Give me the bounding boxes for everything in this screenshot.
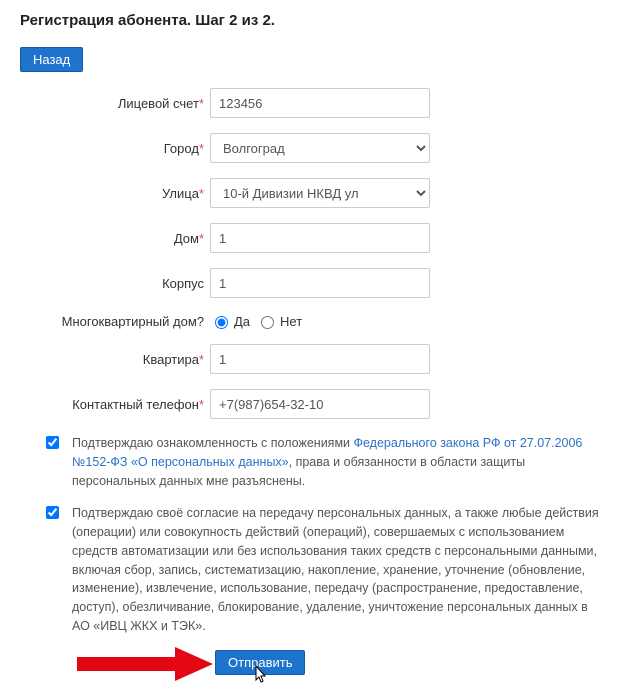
radio-yes[interactable] bbox=[215, 316, 228, 329]
house-input[interactable] bbox=[210, 223, 430, 253]
consent1-text: Подтверждаю ознакомленность с положениям… bbox=[72, 434, 604, 490]
building-input[interactable] bbox=[210, 268, 430, 298]
consent1-checkbox[interactable] bbox=[46, 436, 59, 449]
radio-no-text: Нет bbox=[280, 314, 302, 329]
page-title: Регистрация абонента. Шаг 2 из 2. bbox=[20, 12, 604, 29]
consent2-text: Подтверждаю своё согласие на передачу пе… bbox=[72, 504, 604, 635]
account-input[interactable] bbox=[210, 88, 430, 118]
label-house: Дом* bbox=[20, 231, 210, 246]
radio-yes-text: Да bbox=[234, 314, 250, 329]
phone-input[interactable] bbox=[210, 389, 430, 419]
label-street: Улица* bbox=[20, 186, 210, 201]
back-button[interactable]: Назад bbox=[20, 47, 83, 72]
arrow-icon bbox=[75, 645, 215, 683]
flat-input[interactable] bbox=[210, 344, 430, 374]
radio-no-label[interactable]: Нет bbox=[256, 313, 302, 329]
label-building: Корпус bbox=[20, 276, 210, 291]
street-select[interactable]: 10-й Дивизии НКВД ул bbox=[210, 178, 430, 208]
submit-button[interactable]: Отправить bbox=[215, 650, 305, 675]
radio-no[interactable] bbox=[261, 316, 274, 329]
radio-yes-label[interactable]: Да bbox=[210, 313, 250, 329]
city-select[interactable]: Волгоград bbox=[210, 133, 430, 163]
label-city: Город* bbox=[20, 141, 210, 156]
consent2-checkbox[interactable] bbox=[46, 506, 59, 519]
label-phone: Контактный телефон* bbox=[20, 397, 210, 412]
label-account: Лицевой счет* bbox=[20, 96, 210, 111]
label-multi-apartment: Многоквартирный дом? bbox=[20, 314, 210, 329]
label-flat: Квартира* bbox=[20, 352, 210, 367]
